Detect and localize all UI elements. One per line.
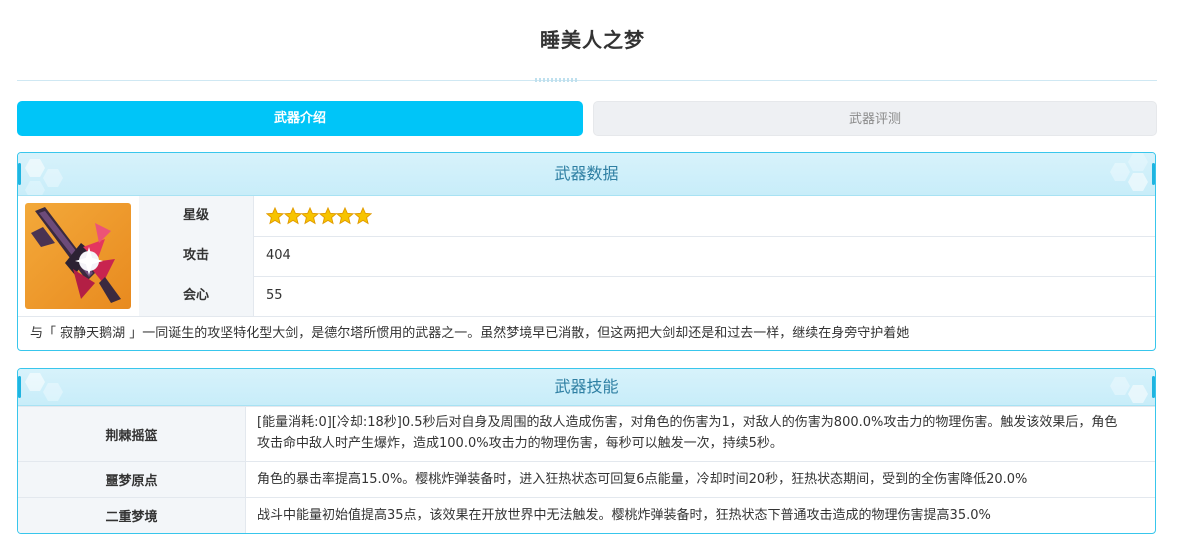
rarity-stars [265, 206, 372, 225]
stat-value: 404 [266, 248, 291, 263]
skill-name: 二重梦境 [18, 498, 246, 533]
skill-description: [能量消耗:0][冷却:18秒]0.5秒后对自身及周围的敌人造成伤害，对角色的伤… [257, 415, 1118, 451]
header-edge-right [1152, 376, 1155, 398]
header-edge-right [1152, 163, 1155, 185]
star-icon [283, 206, 302, 225]
tab-weapon-intro[interactable]: 武器介绍 [17, 101, 583, 136]
skill-description: 角色的暴击率提高15.0%。樱桃炸弹装备时，进入狂热状态可回复6点能量，冷却时间… [257, 472, 1028, 487]
skill-row: 荆棘摇篮 [能量消耗:0][冷却:18秒]0.5秒后对自身及周围的敌人造成伤害，… [18, 406, 1155, 461]
weapon-data-header: 武器数据 [18, 153, 1155, 196]
stat-row-rarity: 星级 [139, 196, 1155, 237]
star-icon [335, 206, 355, 225]
stat-row-attack: 攻击 404 [139, 236, 1155, 277]
hex-pattern-icon [25, 159, 63, 195]
stat-value: 55 [266, 288, 283, 303]
stat-label: 星级 [139, 196, 254, 236]
weapon-stats: 星级 攻击 404 会心 55 [18, 196, 1155, 316]
title-divider-ornament [535, 78, 577, 82]
hex-pattern-icon [1110, 377, 1148, 403]
stat-label: 攻击 [139, 236, 254, 276]
star-icon [300, 206, 320, 225]
page: 睡美人之梦 武器介绍 武器评测 武器数据 星级 攻击 404 会心 55 与「 … [0, 0, 1185, 544]
weapon-data-title: 武器数据 [554, 164, 619, 183]
weapon-greatsword-icon [25, 203, 131, 309]
page-title: 睡美人之梦 [540, 28, 645, 52]
skill-description: 战斗中能量初始值提高35点，该效果在开放世界中无法触发。樱桃炸弹装备时，狂热状态… [257, 508, 991, 523]
tab-weapon-review[interactable]: 武器评测 [593, 101, 1157, 136]
stat-row-crit: 会心 55 [139, 276, 1155, 316]
weapon-description: 与「 寂静天鹅湖 」一同诞生的攻坚特化型大剑，是德尔塔所惯用的武器之一。虽然梦境… [18, 316, 1155, 350]
star-icon [265, 206, 285, 225]
star-icon [353, 206, 372, 225]
skill-row: 噩梦原点 角色的暴击率提高15.0%。樱桃炸弹装备时，进入狂热状态可回复6点能量… [18, 461, 1155, 497]
weapon-skills-header: 武器技能 [18, 369, 1155, 406]
stat-label: 会心 [139, 276, 254, 316]
skill-name: 荆棘摇篮 [18, 407, 246, 461]
tab-bar: 武器介绍 武器评测 [17, 101, 1157, 136]
skill-name: 噩梦原点 [18, 462, 246, 497]
weapon-data-card: 武器数据 星级 攻击 404 会心 55 与「 寂静天鹅湖 」一同诞生的攻坚特化… [17, 152, 1156, 351]
weapon-image-cell [18, 196, 140, 316]
hex-pattern-icon [1110, 153, 1148, 191]
skill-row: 二重梦境 战斗中能量初始值提高35点，该效果在开放世界中无法触发。樱桃炸弹装备时… [18, 497, 1155, 533]
hex-pattern-icon [25, 373, 63, 401]
star-icon [318, 206, 337, 225]
weapon-skills-title: 武器技能 [554, 377, 619, 396]
title-divider [17, 80, 1157, 81]
weapon-skills-card: 武器技能 荆棘摇篮 [能量消耗:0][冷却:18秒]0.5秒后对自身及周围的敌人… [17, 368, 1156, 534]
